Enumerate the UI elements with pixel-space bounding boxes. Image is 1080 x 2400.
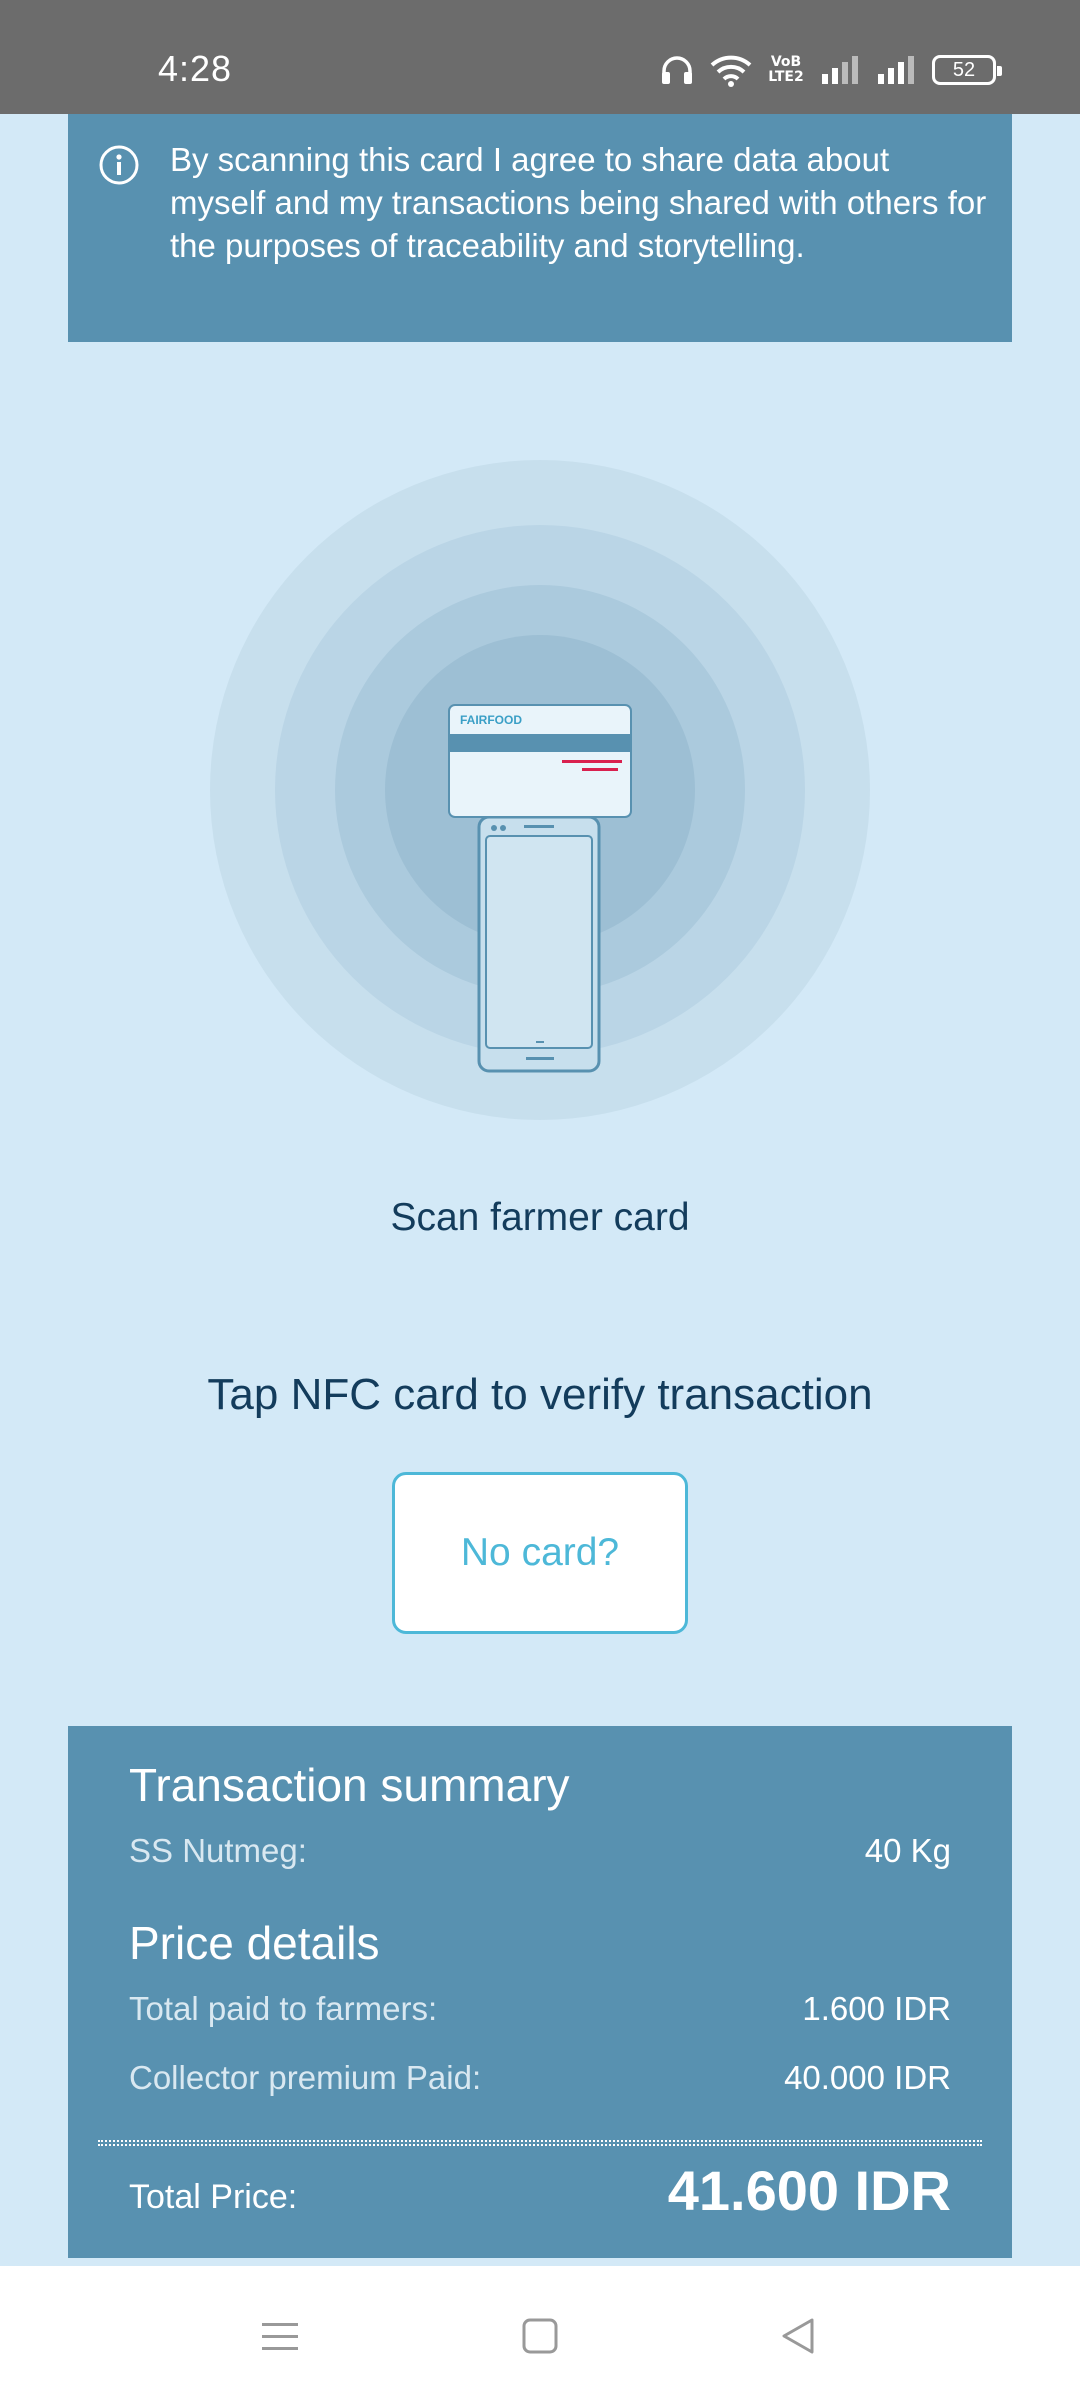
info-icon: [98, 144, 140, 191]
consent-text: By scanning this card I agree to share d…: [170, 141, 987, 264]
price-row-label: Total paid to farmers:: [129, 1990, 438, 2027]
no-card-button[interactable]: No card?: [392, 1472, 688, 1634]
back-icon[interactable]: [768, 2306, 828, 2366]
product-label: SS Nutmeg:: [129, 1832, 307, 1869]
price-row-value: 40.000 IDR: [784, 2059, 951, 2096]
consent-banner: By scanning this card I agree to share d…: [68, 114, 1012, 342]
summary-divider: [98, 2140, 982, 2146]
status-icons: VoB LTE2 52: [660, 50, 1002, 90]
headphones-icon: [660, 54, 694, 86]
system-nav-bar: [0, 2266, 1080, 2400]
signal-icon-1: [820, 54, 860, 86]
nfc-illustration: FAIRFOOD: [210, 460, 870, 1120]
nfc-card-icon: FAIRFOOD: [448, 704, 632, 818]
battery-icon: 52: [932, 55, 1002, 85]
total-price-label: Total Price:: [129, 2178, 298, 2216]
product-value: 40 Kg: [864, 1832, 951, 1869]
price-row-value: 1.600 IDR: [802, 1990, 951, 2027]
status-time: 4:28: [158, 48, 233, 89]
svg-text:FAIRFOOD: FAIRFOOD: [460, 713, 522, 727]
signal-icon-2: [876, 54, 916, 86]
price-row-label: Collector premium Paid:: [129, 2059, 482, 2096]
scan-farmer-card-label: Scan farmer card: [390, 1196, 690, 1239]
home-icon[interactable]: [510, 2306, 570, 2366]
volte-icon: VoB LTE2: [768, 54, 804, 85]
transaction-summary: Transaction summary SS Nutmeg: 40 Kg Pri…: [68, 1726, 1012, 2258]
wifi-icon: [710, 53, 752, 87]
summary-title: Transaction summary: [129, 1759, 570, 1811]
price-details-title: Price details: [129, 1917, 380, 1969]
phone-icon: [477, 815, 601, 1073]
tap-nfc-instruction: Tap NFC card to verify transaction: [207, 1370, 873, 1419]
menu-icon[interactable]: [250, 2306, 310, 2366]
status-bar: 4:28 VoB LTE2 52: [0, 0, 1080, 114]
total-price-value: 41.600 IDR: [667, 2159, 951, 2222]
